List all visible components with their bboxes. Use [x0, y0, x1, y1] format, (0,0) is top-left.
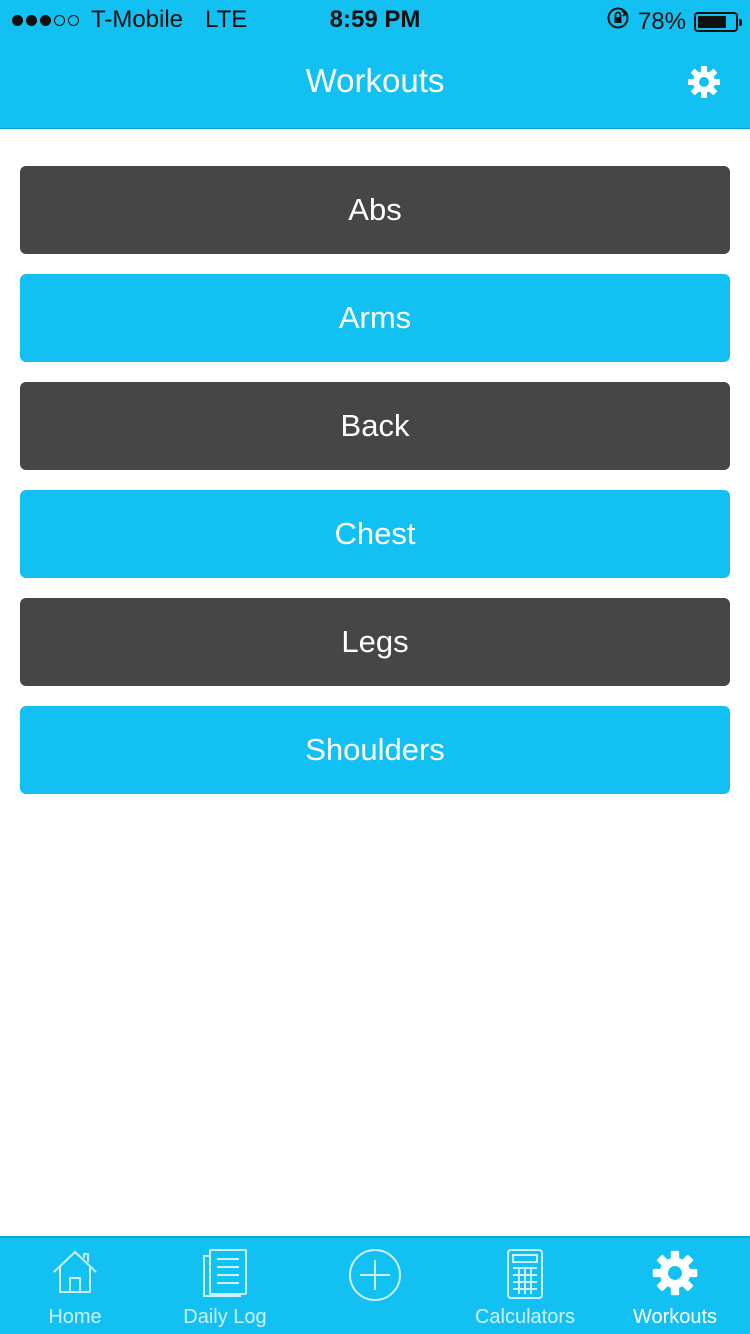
daily-log-icon — [203, 1249, 247, 1297]
gear-icon — [688, 66, 720, 98]
page-title: Workouts — [305, 62, 445, 99]
tab-label: Calculators — [474, 1306, 576, 1328]
tab-add[interactable] — [300, 1238, 450, 1334]
category-button-arms[interactable]: Arms — [20, 274, 730, 362]
tab-workouts[interactable]: Workouts — [600, 1238, 750, 1334]
home-icon — [53, 1251, 97, 1293]
category-button-shoulders[interactable]: Shoulders — [20, 706, 730, 794]
tab-label: Home — [48, 1306, 102, 1328]
category-button-back[interactable]: Back — [20, 382, 730, 470]
workouts-screen: T-Mobile LTE 8:59 PM 78% Workouts Abs Ar… — [0, 0, 750, 1334]
battery-percent: 78% — [637, 7, 686, 35]
navigation-bar: Workouts — [0, 40, 750, 129]
status-bar: T-Mobile LTE 8:59 PM 78% — [0, 0, 750, 40]
tab-label: Workouts — [632, 1306, 718, 1328]
category-label: Arms — [338, 300, 412, 335]
tab-daily-log[interactable]: Daily Log — [150, 1238, 300, 1334]
category-label: Back — [340, 408, 410, 443]
category-label: Chest — [334, 516, 416, 551]
category-button-chest[interactable]: Chest — [20, 490, 730, 578]
category-label: Legs — [341, 624, 409, 659]
settings-button[interactable] — [686, 64, 722, 100]
tab-calculators[interactable]: Calculators — [450, 1238, 600, 1334]
category-button-legs[interactable]: Legs — [20, 598, 730, 686]
battery-level — [698, 15, 726, 28]
tab-label: Daily Log — [183, 1306, 267, 1328]
category-label: Abs — [348, 192, 402, 227]
tab-bar: Home Daily Log Calculators Workouts — [0, 1236, 750, 1334]
category-label: Shoulders — [305, 732, 445, 767]
calculator-icon — [507, 1249, 543, 1299]
battery-icon — [694, 11, 742, 32]
gear-icon — [652, 1250, 698, 1296]
rotation-lock-icon — [606, 6, 630, 37]
workout-category-list: Abs Arms Back Chest Legs Shoulders — [20, 166, 730, 814]
status-right: 78% — [606, 6, 742, 37]
add-circle-icon — [349, 1249, 401, 1301]
category-button-abs[interactable]: Abs — [20, 166, 730, 254]
tab-home[interactable]: Home — [0, 1238, 150, 1334]
